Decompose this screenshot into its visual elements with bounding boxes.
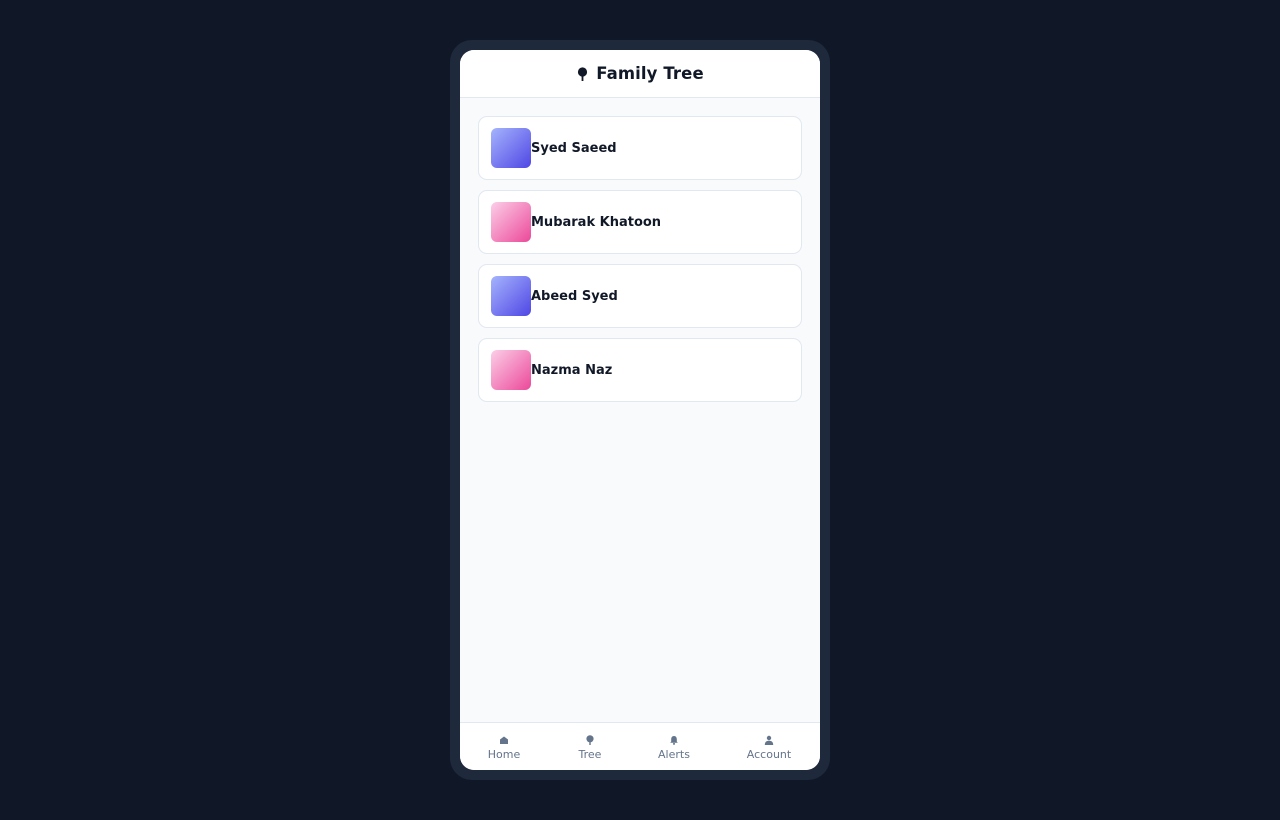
phone-frame: Family Tree Syed Saeed Mubarak Khatoon A… — [450, 40, 830, 780]
avatar — [491, 128, 531, 168]
people-list: Syed Saeed Mubarak Khatoon Abeed Syed Na… — [460, 98, 820, 402]
person-name: Nazma Naz — [531, 362, 613, 378]
tab-label: Home — [487, 748, 521, 761]
app-header: Family Tree — [460, 50, 820, 98]
home-icon — [500, 736, 508, 744]
page-title: Family Tree — [596, 64, 704, 83]
avatar — [491, 276, 531, 316]
person-card[interactable]: Abeed Syed — [478, 264, 802, 328]
person-name: Syed Saeed — [531, 140, 617, 156]
tab-label: Account — [746, 748, 792, 761]
tree-icon — [578, 67, 588, 81]
tab-home[interactable]: Home — [484, 723, 524, 770]
bottom-tab-bar: Home Tree Alerts Account — [460, 722, 820, 770]
person-card[interactable]: Nazma Naz — [478, 338, 802, 402]
bell-icon — [670, 736, 678, 745]
person-card[interactable]: Syed Saeed — [478, 116, 802, 180]
avatar — [491, 350, 531, 390]
person-name: Mubarak Khatoon — [531, 214, 662, 230]
tab-tree[interactable]: Tree — [570, 723, 610, 770]
tab-account[interactable]: Account — [744, 723, 794, 770]
avatar — [491, 202, 531, 242]
tree-icon — [586, 735, 594, 745]
app-screen: Family Tree Syed Saeed Mubarak Khatoon A… — [460, 50, 820, 770]
person-name: Abeed Syed — [531, 288, 618, 304]
user-icon — [764, 735, 774, 745]
tab-label: Alerts — [658, 748, 690, 761]
tab-label: Tree — [578, 748, 602, 761]
tab-alerts[interactable]: Alerts — [654, 723, 694, 770]
person-card[interactable]: Mubarak Khatoon — [478, 190, 802, 254]
